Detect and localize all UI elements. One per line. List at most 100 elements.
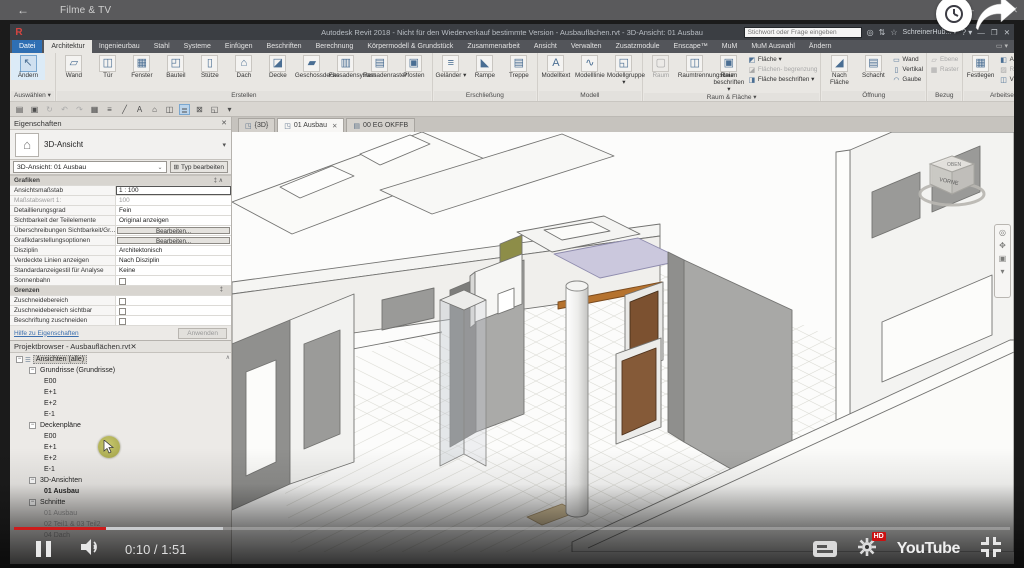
video-frame[interactable]: R Autodesk Revit 2018 - Nicht für den Wi…: [0, 20, 1024, 568]
save-icon[interactable]: ▣: [29, 104, 40, 115]
fenster-button[interactable]: ▦Fenster: [125, 54, 159, 80]
settings-button[interactable]: HD: [857, 537, 877, 562]
open-icon[interactable]: ▤: [14, 104, 25, 115]
vertikal-button[interactable]: ▯Vertikal: [892, 65, 923, 74]
checkbox[interactable]: [119, 298, 126, 305]
geschossdecke-button[interactable]: ▰Geschossdecke: [295, 54, 329, 80]
modelllinie-button[interactable]: ∿Modelllinie: [573, 54, 607, 80]
tree-item-schnitte[interactable]: −Schnitte: [10, 497, 231, 508]
tree-item-ansichten-alle[interactable]: −☰Ansichten (alle): [10, 354, 231, 365]
tab-berechnung[interactable]: Berechnung: [309, 40, 361, 53]
print-icon[interactable]: ▦: [89, 104, 100, 115]
tree-item-e-2[interactable]: E+2: [10, 453, 231, 464]
bearbeiten-button[interactable]: Bearbeiten...: [117, 237, 230, 244]
scroll-up-icon[interactable]: ∧: [226, 354, 230, 361]
close-view-tab-icon[interactable]: ✕: [332, 122, 337, 130]
bauteil-button[interactable]: ◰Bauteil: [159, 54, 193, 80]
search-icon[interactable]: ◎: [867, 28, 874, 37]
pause-button[interactable]: [36, 541, 51, 557]
view-tab-00-eg-okffb[interactable]: ▤00 EG OKFFB: [346, 118, 415, 132]
steering-wheel-icon[interactable]: ◎: [999, 228, 1006, 237]
anzeigen-button[interactable]: ◧Anzeigen: [1000, 55, 1014, 64]
viewcube[interactable]: VORNE OBEN: [916, 150, 988, 212]
ribbon-state-icon[interactable]: ▭ ▾: [996, 40, 1008, 53]
qat-more-icon[interactable]: ▾: [224, 104, 235, 115]
properties-help-link[interactable]: Hilfe zu Eigenschaften: [14, 330, 79, 337]
property-value[interactable]: [116, 296, 231, 305]
tab-mum[interactable]: MuM: [715, 40, 745, 53]
wand-button[interactable]: ▱Wand: [57, 54, 91, 80]
type-selector[interactable]: ⌂ 3D-Ansicht ▾: [10, 130, 231, 160]
checkbox[interactable]: [119, 308, 126, 315]
navigation-bar[interactable]: ◎ ✥ ▣ ▾: [994, 224, 1011, 298]
tree-item-e-1[interactable]: E-1: [10, 409, 231, 420]
aligned-dimension-icon[interactable]: ╱: [119, 104, 130, 115]
fläche-beschriften-button[interactable]: ◨Fläche beschriften ▾: [748, 75, 818, 84]
share-button[interactable]: [974, 0, 1018, 37]
tab-enscape[interactable]: Enscape™: [667, 40, 715, 53]
tree-item-e-1[interactable]: E-1: [10, 464, 231, 475]
tab-mum-auswahl[interactable]: MuM Auswahl: [744, 40, 802, 53]
properties-close-icon[interactable]: ✕: [221, 119, 227, 127]
fassadensystem-button[interactable]: ▥Fassadensystem: [329, 54, 363, 80]
tree-item-grundrisse-grundrisse[interactable]: −Grundrisse (Grundrisse): [10, 365, 231, 376]
volume-button[interactable]: [81, 538, 103, 561]
text-icon[interactable]: A: [134, 104, 145, 115]
property-value[interactable]: 1 : 100: [116, 186, 231, 195]
tree-item-01-ausbau[interactable]: 01 Ausbau: [10, 508, 231, 519]
modelltext-button[interactable]: AModelltext: [539, 54, 573, 80]
modellgruppe-button[interactable]: ◱Modellgruppe ▾: [607, 54, 641, 87]
view-tab-01-ausbau[interactable]: ◳01 Ausbau✕: [277, 118, 344, 132]
treppe-button[interactable]: ▤Treppe: [502, 54, 536, 80]
tree-expander-icon[interactable]: −: [29, 499, 36, 506]
drawing-area[interactable]: VORNE OBEN ◎ ✥ ▣ ▾: [232, 132, 1014, 564]
tab-zusammenarbeit[interactable]: Zusammenarbeit: [460, 40, 527, 53]
dach-button[interactable]: ⌂Dach: [227, 54, 261, 80]
section-collapse-icon[interactable]: ‡: [220, 286, 231, 295]
zoom-icon[interactable]: ▣: [999, 254, 1007, 263]
checkbox[interactable]: [119, 318, 126, 325]
tree-item-e00[interactable]: E00: [10, 376, 231, 387]
tab-zusatzmodule[interactable]: Zusatzmodule: [609, 40, 667, 53]
infocenter-search-input[interactable]: [744, 27, 862, 38]
tree-item-01-ausbau[interactable]: 01 Ausbau: [10, 486, 231, 497]
property-value[interactable]: [116, 306, 231, 315]
property-value[interactable]: Original anzeigen: [116, 216, 231, 225]
tab-ändern[interactable]: Ändern: [802, 40, 839, 53]
gaube-button[interactable]: ◠Gaube: [892, 75, 923, 84]
property-value[interactable]: Bearbeiten...: [116, 226, 231, 235]
thin-lines-icon[interactable]: ≣: [179, 104, 190, 115]
viewer-button[interactable]: ◫Viewer: [1000, 75, 1014, 84]
project-browser-close-icon[interactable]: ✕: [130, 342, 136, 351]
tab-körpermodell-grundstück[interactable]: Körpermodell & Grundstück: [360, 40, 460, 53]
rampe-button[interactable]: ◣Rampe: [468, 54, 502, 80]
close-hidden-windows-icon[interactable]: ⊠: [194, 104, 205, 115]
instance-selector[interactable]: 3D-Ansicht: 01 Ausbau ⌄: [13, 161, 167, 173]
apply-button[interactable]: Anwenden: [178, 328, 227, 339]
tab-ingenieurbau[interactable]: Ingenieurbau: [92, 40, 147, 53]
exit-fullscreen-button[interactable]: [980, 536, 1002, 563]
section-collapse-icon[interactable]: ‡ ∧: [214, 176, 231, 185]
property-value[interactable]: Architektonisch: [116, 246, 231, 255]
tree-item-e-1[interactable]: E+1: [10, 387, 231, 398]
tree-expander-icon[interactable]: −: [29, 422, 36, 429]
tree-item-e-2[interactable]: E+2: [10, 398, 231, 409]
property-value[interactable]: Fein: [116, 206, 231, 215]
captions-button[interactable]: [813, 541, 837, 557]
favorites-star-icon[interactable]: ☆: [890, 28, 897, 37]
tab-verwalten[interactable]: Verwalten: [564, 40, 609, 53]
raum-beschriften-button[interactable]: ▣Raum beschriften ▾: [712, 54, 746, 93]
decke-button[interactable]: ◪Decke: [261, 54, 295, 80]
pan-icon[interactable]: ✥: [999, 241, 1006, 250]
tree-expander-icon[interactable]: −: [29, 477, 36, 484]
exchange-apps-icon[interactable]: ⇅: [879, 28, 886, 37]
default-3d-view-icon[interactable]: ⌂: [149, 104, 160, 115]
tree-item-3d-ansichten[interactable]: −3D-Ansichten: [10, 475, 231, 486]
pfosten-button[interactable]: ▣Pfosten: [397, 54, 431, 80]
tab-beschriften[interactable]: Beschriften: [260, 40, 309, 53]
nav-more-icon[interactable]: ▾: [1000, 267, 1004, 276]
property-value[interactable]: Bearbeiten...: [116, 236, 231, 245]
tab-einfügen[interactable]: Einfügen: [218, 40, 260, 53]
property-value[interactable]: [116, 316, 231, 325]
measure-icon[interactable]: ≡: [104, 104, 115, 115]
